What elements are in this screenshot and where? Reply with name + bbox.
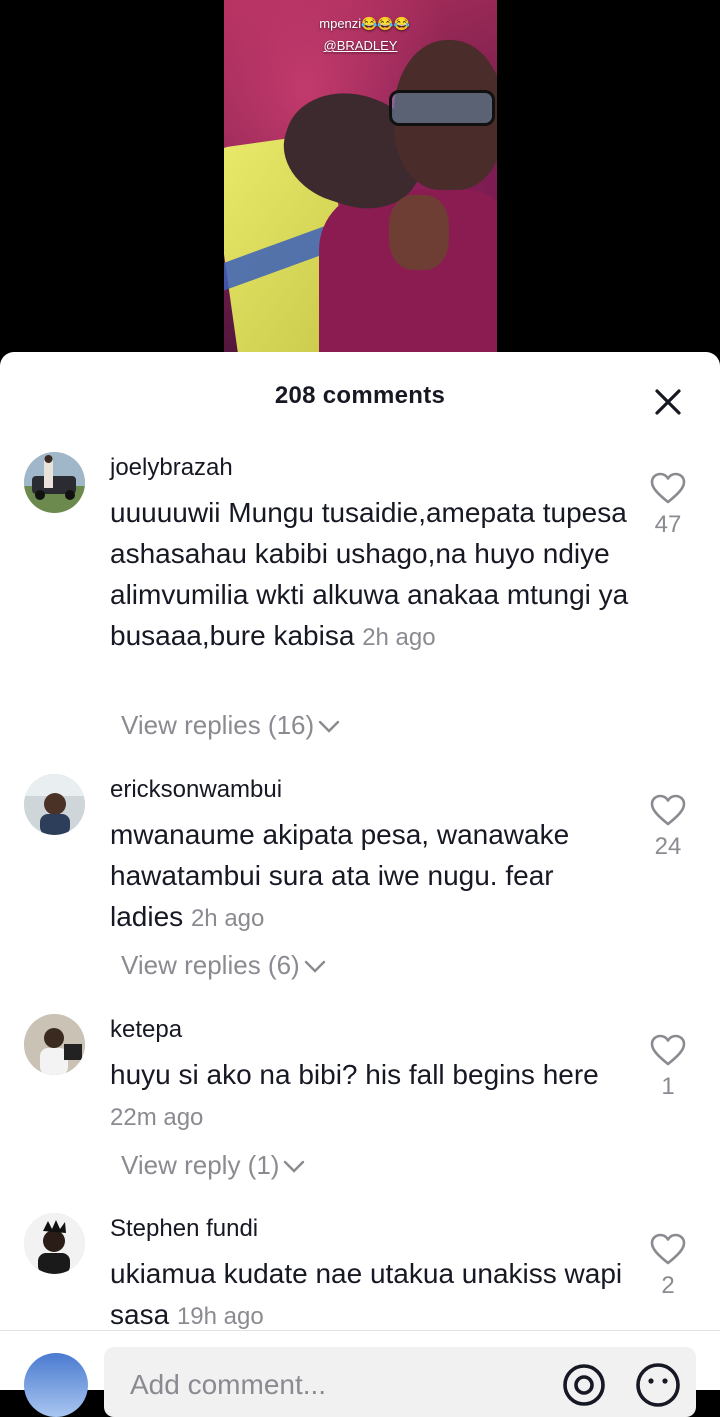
comment-body: huyu si ako na bibi? his fall begins her…: [110, 1059, 599, 1090]
comment-time: 2h ago: [190, 905, 265, 932]
comments-sheet: 208 comments joelybrazah uuuuuwii Mungu …: [0, 352, 720, 1389]
chevron-down-icon: [318, 720, 340, 733]
avatar[interactable]: [24, 1014, 85, 1075]
like-button[interactable]: 24: [648, 794, 688, 861]
close-icon: [655, 389, 681, 415]
heart-icon: [650, 794, 686, 826]
view-replies-button[interactable]: View replies (6): [121, 950, 326, 981]
comment-username[interactable]: ketepa: [110, 1016, 182, 1044]
heart-icon: [650, 1034, 686, 1066]
emoji-icon[interactable]: [634, 1361, 682, 1409]
video-frame[interactable]: mpenzi😂😂😂 @BRADLEY: [224, 0, 497, 352]
view-replies-label: View replies (6): [121, 950, 300, 980]
like-button[interactable]: 1: [648, 1034, 688, 1101]
comment-time: 2h ago: [362, 624, 436, 651]
comment-input[interactable]: Add comment...: [104, 1347, 696, 1417]
like-count: 1: [661, 1073, 675, 1100]
comment-input-placeholder: Add comment...: [130, 1369, 327, 1400]
comments-count-title: 208 comments: [274, 382, 446, 409]
heart-icon: [650, 472, 686, 504]
like-count: 47: [654, 511, 682, 538]
comment-time: 19h ago: [176, 1303, 264, 1330]
sheet-header: 208 comments: [0, 352, 720, 442]
avatar[interactable]: [24, 452, 85, 513]
at-icon[interactable]: [560, 1361, 608, 1409]
comment-text: uuuuuwii Mungu tusaidie,amepata tupesa a…: [110, 492, 630, 658]
comment-text: mwanaume akipata pesa, wanawake hawatamb…: [110, 814, 630, 939]
comment-text: huyu si ako na bibi? his fall begins her…: [110, 1054, 630, 1138]
view-replies-label: View reply (1): [121, 1150, 280, 1180]
like-count: 24: [654, 833, 682, 860]
comment-text: ukiamua kudate nae utakua unakiss wapi s…: [110, 1253, 630, 1337]
like-count: 2: [661, 1272, 675, 1299]
comment-username[interactable]: joelybrazah: [110, 454, 233, 482]
comment-time: 22m ago: [110, 1104, 204, 1131]
heart-icon: [650, 1233, 686, 1265]
chevron-down-icon: [284, 1160, 305, 1173]
like-button[interactable]: 47: [648, 472, 688, 539]
like-button[interactable]: 2: [648, 1233, 688, 1300]
chevron-down-icon: [304, 960, 325, 973]
video-image-part: [389, 90, 495, 126]
video-area[interactable]: mpenzi😂😂😂 @BRADLEY: [0, 0, 720, 360]
view-replies-label: View replies (16): [121, 710, 315, 740]
view-replies-button[interactable]: View reply (1): [121, 1150, 305, 1181]
avatar[interactable]: [24, 1213, 85, 1274]
video-caption: mpenzi😂😂😂: [319, 16, 410, 31]
video-image-part: [389, 195, 449, 270]
avatar: [24, 1353, 88, 1417]
comment-input-bar: Add comment...: [0, 1330, 720, 1417]
view-replies-button[interactable]: View replies (16): [121, 710, 340, 741]
comment-body: mwanaume akipata pesa, wanawake hawatamb…: [110, 819, 570, 932]
close-button[interactable]: [652, 386, 684, 418]
comment-username[interactable]: ericksonwambui: [110, 776, 282, 804]
avatar[interactable]: [24, 774, 85, 835]
comment-username[interactable]: Stephen fundi: [110, 1215, 258, 1243]
video-mention[interactable]: @BRADLEY: [224, 38, 497, 53]
